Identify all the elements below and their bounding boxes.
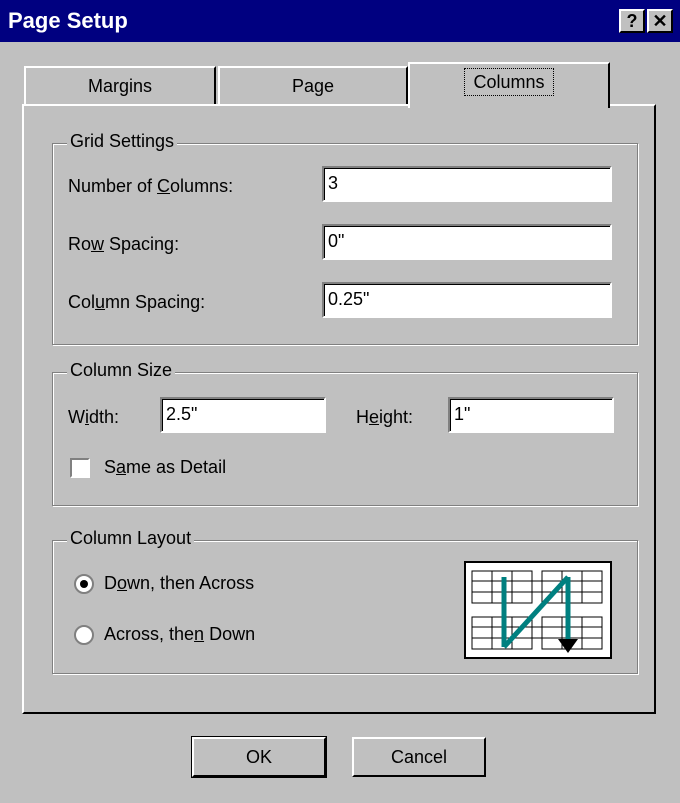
tab-margins-label: Margins: [87, 76, 153, 96]
same-as-detail-label[interactable]: Same as Detail: [104, 457, 226, 478]
window-title: Page Setup: [8, 8, 128, 33]
close-button[interactable]: ✕: [647, 9, 673, 33]
number-of-columns-label: Number of Columns:: [68, 176, 234, 196]
across-then-down-label[interactable]: Across, then Down: [104, 624, 255, 645]
tab-columns-label: Columns: [464, 68, 554, 96]
ok-button[interactable]: OK: [191, 736, 327, 778]
across-then-down-radio[interactable]: [74, 625, 94, 645]
column-spacing-label: Column Spacing:: [68, 292, 206, 312]
column-layout-legend: Column Layout: [67, 528, 195, 549]
row-spacing-label: Row Spacing:: [68, 234, 180, 254]
same-as-detail-checkbox[interactable]: [70, 458, 90, 478]
help-button[interactable]: ?: [619, 9, 645, 33]
height-input[interactable]: 1": [448, 397, 614, 433]
tab-columns[interactable]: Columns: [408, 62, 610, 108]
cancel-button[interactable]: Cancel: [352, 737, 486, 777]
down-then-across-diagram-icon: [471, 570, 603, 653]
column-size-group: Column Size: [52, 360, 638, 506]
tab-page[interactable]: Page: [218, 66, 408, 106]
number-of-columns-input[interactable]: 3: [322, 166, 612, 202]
column-spacing-input[interactable]: 0.25": [322, 282, 612, 318]
column-size-legend: Column Size: [67, 360, 176, 381]
width-input[interactable]: 2.5": [160, 397, 326, 433]
down-then-across-radio[interactable]: [74, 574, 94, 594]
tab-page-label: Page: [291, 76, 335, 96]
radio-selected-dot: [80, 580, 88, 588]
row-spacing-input[interactable]: 0": [322, 224, 612, 260]
tab-margins[interactable]: Margins: [24, 66, 216, 106]
column-layout-preview-icon: [464, 561, 612, 659]
grid-settings-legend: Grid Settings: [67, 131, 178, 152]
height-label: Height:: [356, 407, 414, 427]
down-then-across-label[interactable]: Down, then Across: [104, 573, 254, 594]
title-bar: Page Setup ? ✕: [0, 0, 680, 42]
width-label: Width:: [68, 407, 120, 427]
